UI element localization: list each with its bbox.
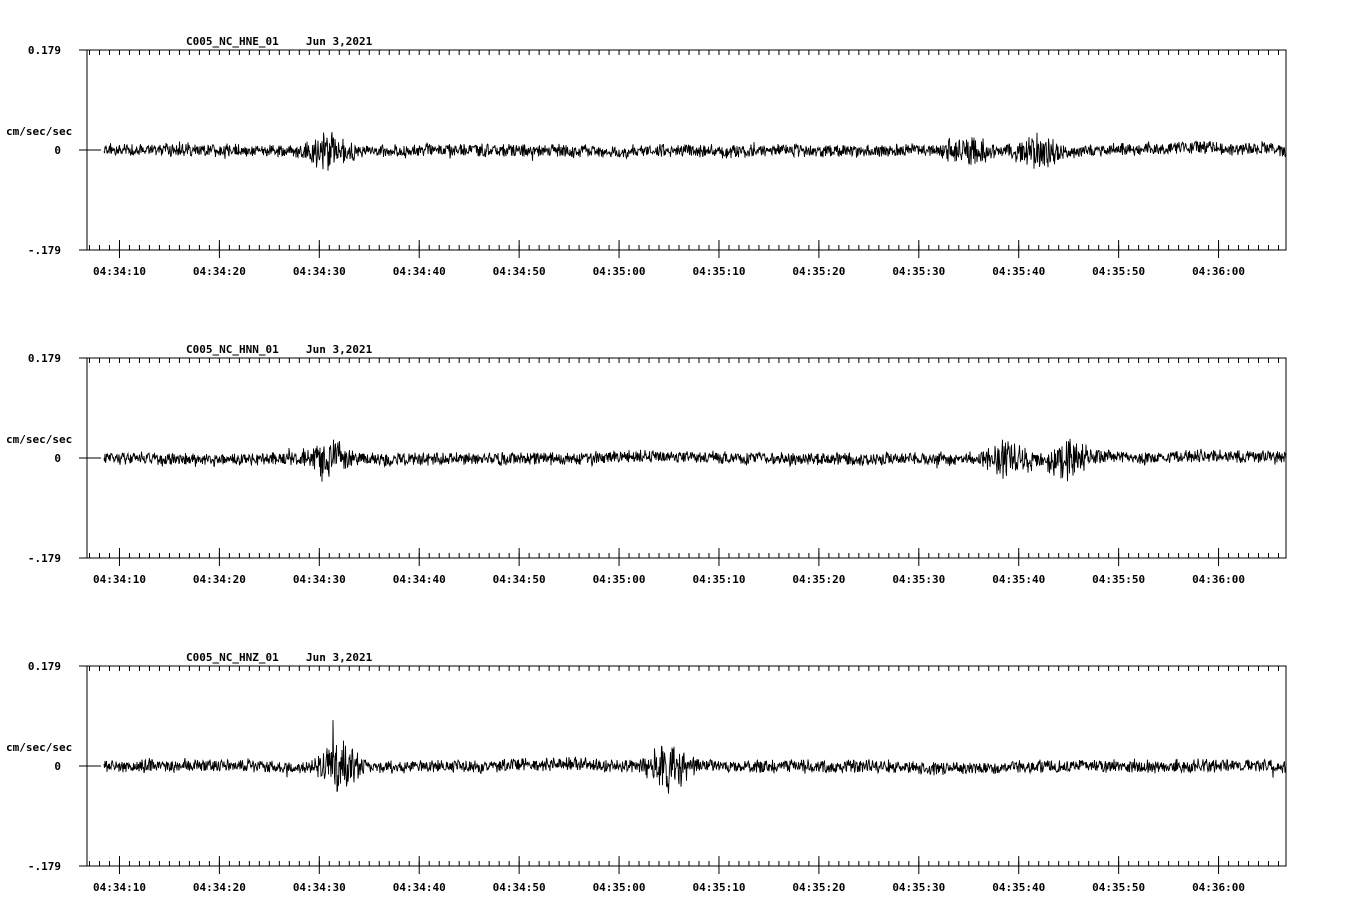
x-tick-label: 04:35:50 — [1092, 573, 1145, 586]
x-tick-label: 04:35:50 — [1092, 265, 1145, 278]
channel-title: C005_NC_HNZ_01 — [186, 651, 279, 664]
y-tick-label: -.179 — [28, 552, 61, 565]
y-tick-label: 0 — [54, 760, 61, 773]
x-tick-label: 04:34:40 — [393, 881, 446, 894]
x-tick-label: 04:35:30 — [892, 881, 945, 894]
channel-title: C005_NC_HNE_01 — [186, 35, 279, 48]
seismogram-panel: 0.179 0 -.179 cm/sec/sec C005_NC_HNE_01 Jun 3… — [6, 35, 1287, 278]
x-tick-label: 04:34:20 — [193, 881, 246, 894]
record-date: Jun 3,2021 — [306, 35, 373, 48]
x-tick-label: 04:34:50 — [493, 573, 546, 586]
x-tick-label: 04:35:20 — [792, 265, 845, 278]
y-tick-label: 0 — [54, 452, 61, 465]
y-axis-label: cm/sec/sec — [6, 741, 72, 754]
plot-frame — [86, 49, 1287, 251]
x-tick-label: 04:34:10 — [93, 881, 146, 894]
x-tick-label: 04:36:00 — [1192, 573, 1245, 586]
x-tick-label: 04:35:40 — [992, 881, 1045, 894]
waveform-trace — [103, 720, 1287, 794]
y-tick-label: 0.179 — [28, 660, 61, 673]
x-tick-label: 04:35:10 — [692, 881, 745, 894]
waveform-trace — [103, 132, 1287, 171]
y-axis-label: cm/sec/sec — [6, 125, 72, 138]
x-tick-label: 04:35:30 — [892, 265, 945, 278]
y-tick-label: 0.179 — [28, 44, 61, 57]
x-tick-label: 04:35:40 — [992, 265, 1045, 278]
y-tick-label: -.179 — [28, 860, 61, 873]
channel-title: C005_NC_HNN_01 — [186, 343, 279, 356]
x-tick-label: 04:35:30 — [892, 573, 945, 586]
y-tick-label: 0.179 — [28, 352, 61, 365]
x-tick-label: 04:34:30 — [293, 573, 346, 586]
x-tick-label: 04:35:20 — [792, 881, 845, 894]
seismogram-panel: 0.179 0 -.179 cm/sec/sec C005_NC_HNZ_01 Jun 3… — [6, 651, 1287, 894]
x-tick-label: 04:34:10 — [93, 573, 146, 586]
x-tick-label: 04:34:50 — [493, 265, 546, 278]
x-tick-label: 04:35:00 — [593, 573, 646, 586]
x-tick-label: 04:34:10 — [93, 265, 146, 278]
y-axis-label: cm/sec/sec — [6, 433, 72, 446]
x-tick-label: 04:35:40 — [992, 573, 1045, 586]
x-tick-label: 04:36:00 — [1192, 265, 1245, 278]
x-tick-label: 04:36:00 — [1192, 881, 1245, 894]
x-tick-label: 04:35:50 — [1092, 881, 1145, 894]
x-tick-label: 04:34:30 — [293, 265, 346, 278]
waveform-trace — [103, 438, 1287, 482]
x-tick-label: 04:34:20 — [193, 265, 246, 278]
x-tick-label: 04:35:00 — [593, 265, 646, 278]
x-tick-label: 04:34:50 — [493, 881, 546, 894]
record-date: Jun 3,2021 — [306, 343, 373, 356]
x-tick-label: 04:34:30 — [293, 881, 346, 894]
seismogram-figure: 0.179 0 -.179 cm/sec/sec C005_NC_HNE_01 Jun 3… — [6, 35, 1287, 894]
y-tick-label: 0 — [54, 144, 61, 157]
x-tick-label: 04:34:20 — [193, 573, 246, 586]
x-tick-label: 04:35:10 — [692, 265, 745, 278]
x-tick-label: 04:34:40 — [393, 573, 446, 586]
x-tick-label: 04:35:00 — [593, 881, 646, 894]
x-tick-label: 04:34:40 — [393, 265, 446, 278]
x-tick-label: 04:35:20 — [792, 573, 845, 586]
y-tick-label: -.179 — [28, 244, 61, 257]
x-tick-label: 04:35:10 — [692, 573, 745, 586]
seismogram-panel: 0.179 0 -.179 cm/sec/sec C005_NC_HNN_01 Jun 3… — [6, 343, 1287, 586]
record-date: Jun 3,2021 — [306, 651, 373, 664]
